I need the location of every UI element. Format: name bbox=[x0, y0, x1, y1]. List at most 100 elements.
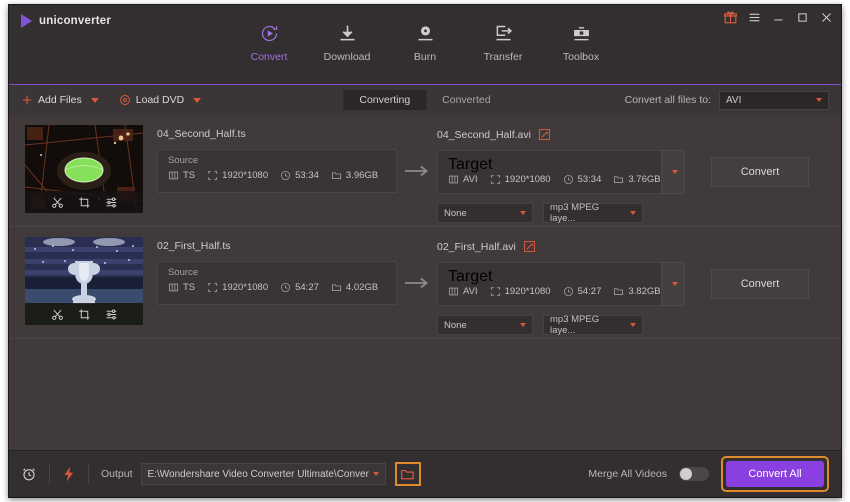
source-format: TS bbox=[168, 170, 195, 181]
source-meta-box: Source TS 1 bbox=[157, 149, 397, 193]
video-thumbnail[interactable] bbox=[25, 125, 143, 213]
video-thumbnail[interactable] bbox=[25, 237, 143, 325]
divider bbox=[88, 464, 89, 484]
source-info: 04_Second_Half.ts Source TS 1920*1080 53… bbox=[143, 125, 397, 193]
output-label: Output bbox=[101, 468, 133, 480]
folder-icon bbox=[614, 288, 624, 296]
status-filter-tabs: Converting Converted bbox=[343, 90, 506, 110]
convert-all-button[interactable]: Convert All bbox=[726, 461, 824, 487]
target-resolution-value: 1920*1080 bbox=[504, 174, 551, 185]
target-format: AVI bbox=[448, 286, 478, 297]
trim-icon[interactable] bbox=[51, 196, 64, 209]
clock-icon bbox=[281, 170, 291, 181]
convert-all-format-select[interactable]: AVI bbox=[719, 90, 829, 110]
source-format-value: TS bbox=[183, 282, 196, 293]
tab-toolbox-label: Toolbox bbox=[562, 51, 600, 63]
target-size: 3.82GB bbox=[613, 286, 661, 297]
subtitle-select[interactable]: None bbox=[437, 203, 533, 223]
convert-button[interactable]: Convert bbox=[711, 157, 809, 187]
target-format-dropdown-button[interactable] bbox=[661, 262, 685, 306]
resolution-icon bbox=[490, 287, 500, 296]
source-resolution: 1920*1080 bbox=[207, 170, 268, 181]
clock-icon bbox=[563, 174, 573, 185]
merge-all-videos-toggle[interactable] bbox=[679, 467, 709, 481]
source-size: 4.02GB bbox=[331, 282, 378, 293]
target-format: AVI bbox=[448, 174, 478, 185]
target-filename: 04_Second_Half.avi bbox=[437, 128, 531, 141]
crop-icon[interactable] bbox=[78, 196, 91, 209]
source-duration-value: 54:27 bbox=[295, 282, 319, 293]
target-resolution: 1920*1080 bbox=[490, 286, 551, 297]
target-format-dropdown-button[interactable] bbox=[661, 150, 685, 194]
main-navigation: Convert Download Burn Transfer Toolbox bbox=[9, 22, 841, 103]
edit-icon[interactable] bbox=[523, 240, 536, 253]
subtitle-value: None bbox=[444, 207, 467, 219]
source-caption: Source bbox=[168, 267, 199, 278]
source-format: TS bbox=[168, 282, 195, 293]
tab-download-label: Download bbox=[323, 51, 371, 63]
tab-converting[interactable]: Converting bbox=[343, 90, 427, 110]
target-caption: Target bbox=[448, 268, 493, 285]
film-icon bbox=[168, 283, 179, 292]
browse-output-folder-button[interactable] bbox=[394, 462, 421, 486]
tab-download[interactable]: Download bbox=[308, 22, 386, 87]
high-speed-icon[interactable] bbox=[62, 466, 76, 482]
add-files-button[interactable]: Add Files bbox=[21, 94, 99, 106]
convert-all-highlight: Convert All bbox=[721, 456, 829, 492]
source-duration-value: 53:34 bbox=[295, 170, 319, 181]
film-icon bbox=[168, 171, 179, 180]
load-dvd-button[interactable]: Load DVD bbox=[119, 94, 202, 106]
edit-icon[interactable] bbox=[538, 128, 551, 141]
source-size-value: 3.96GB bbox=[345, 170, 379, 181]
load-dvd-label: Load DVD bbox=[135, 94, 185, 106]
tab-burn-label: Burn bbox=[413, 51, 437, 63]
convert-all-format-value: AVI bbox=[726, 94, 742, 106]
source-duration: 53:34 bbox=[280, 170, 319, 181]
target-format-value: AVI bbox=[463, 286, 478, 297]
subtitle-select[interactable]: None bbox=[437, 315, 533, 335]
output-path-field[interactable]: E:\Wondershare Video Converter Ultimate\… bbox=[140, 463, 386, 485]
file-row: 02_First_Half.ts Source TS 1920*1080 54:… bbox=[9, 227, 841, 339]
target-size: 3.76GB bbox=[613, 174, 661, 185]
tab-burn[interactable]: Burn bbox=[386, 22, 464, 87]
source-size: 3.96GB bbox=[331, 170, 378, 181]
scheduler-icon[interactable] bbox=[21, 466, 37, 482]
target-duration-value: 53:34 bbox=[577, 174, 602, 185]
resolution-icon bbox=[490, 175, 500, 184]
source-resolution-value: 1920*1080 bbox=[222, 170, 269, 181]
tab-transfer[interactable]: Transfer bbox=[464, 22, 542, 87]
chevron-down-icon bbox=[672, 170, 678, 174]
tab-converted[interactable]: Converted bbox=[426, 90, 506, 110]
effect-icon[interactable] bbox=[105, 196, 118, 209]
chevron-down-icon bbox=[520, 211, 526, 215]
tab-convert[interactable]: Convert bbox=[230, 22, 308, 103]
add-files-caret-icon[interactable] bbox=[90, 97, 99, 103]
chevron-down-icon bbox=[816, 98, 822, 102]
convert-all-to-label: Convert all files to: bbox=[624, 94, 711, 106]
audio-select[interactable]: mp3 MPEG laye... bbox=[543, 202, 643, 224]
trim-icon[interactable] bbox=[51, 308, 64, 321]
resolution-icon bbox=[208, 171, 218, 180]
transfer-icon bbox=[493, 22, 514, 44]
chevron-down-icon bbox=[672, 282, 678, 286]
chevron-down-icon bbox=[520, 323, 526, 327]
action-toolbar: Add Files Load DVD Converting Converted … bbox=[9, 85, 841, 115]
target-resolution-value: 1920*1080 bbox=[504, 286, 551, 297]
source-caption: Source bbox=[168, 155, 199, 166]
convert-button[interactable]: Convert bbox=[711, 269, 809, 299]
clock-icon bbox=[563, 286, 573, 297]
conversion-arrow-icon bbox=[397, 276, 437, 290]
chevron-down-icon bbox=[630, 211, 636, 215]
source-resolution-value: 1920*1080 bbox=[222, 282, 269, 293]
source-resolution: 1920*1080 bbox=[207, 282, 268, 293]
crop-icon[interactable] bbox=[78, 308, 91, 321]
chevron-down-icon[interactable] bbox=[372, 472, 379, 476]
effect-icon[interactable] bbox=[105, 308, 118, 321]
merge-all-videos-label: Merge All Videos bbox=[588, 468, 667, 480]
target-resolution: 1920*1080 bbox=[490, 174, 551, 185]
audio-select[interactable]: mp3 MPEG laye... bbox=[543, 314, 643, 336]
load-dvd-caret-icon[interactable] bbox=[193, 97, 202, 103]
burn-icon bbox=[415, 22, 436, 44]
tab-toolbox[interactable]: Toolbox bbox=[542, 22, 620, 87]
source-filename: 04_Second_Half.ts bbox=[157, 128, 246, 140]
